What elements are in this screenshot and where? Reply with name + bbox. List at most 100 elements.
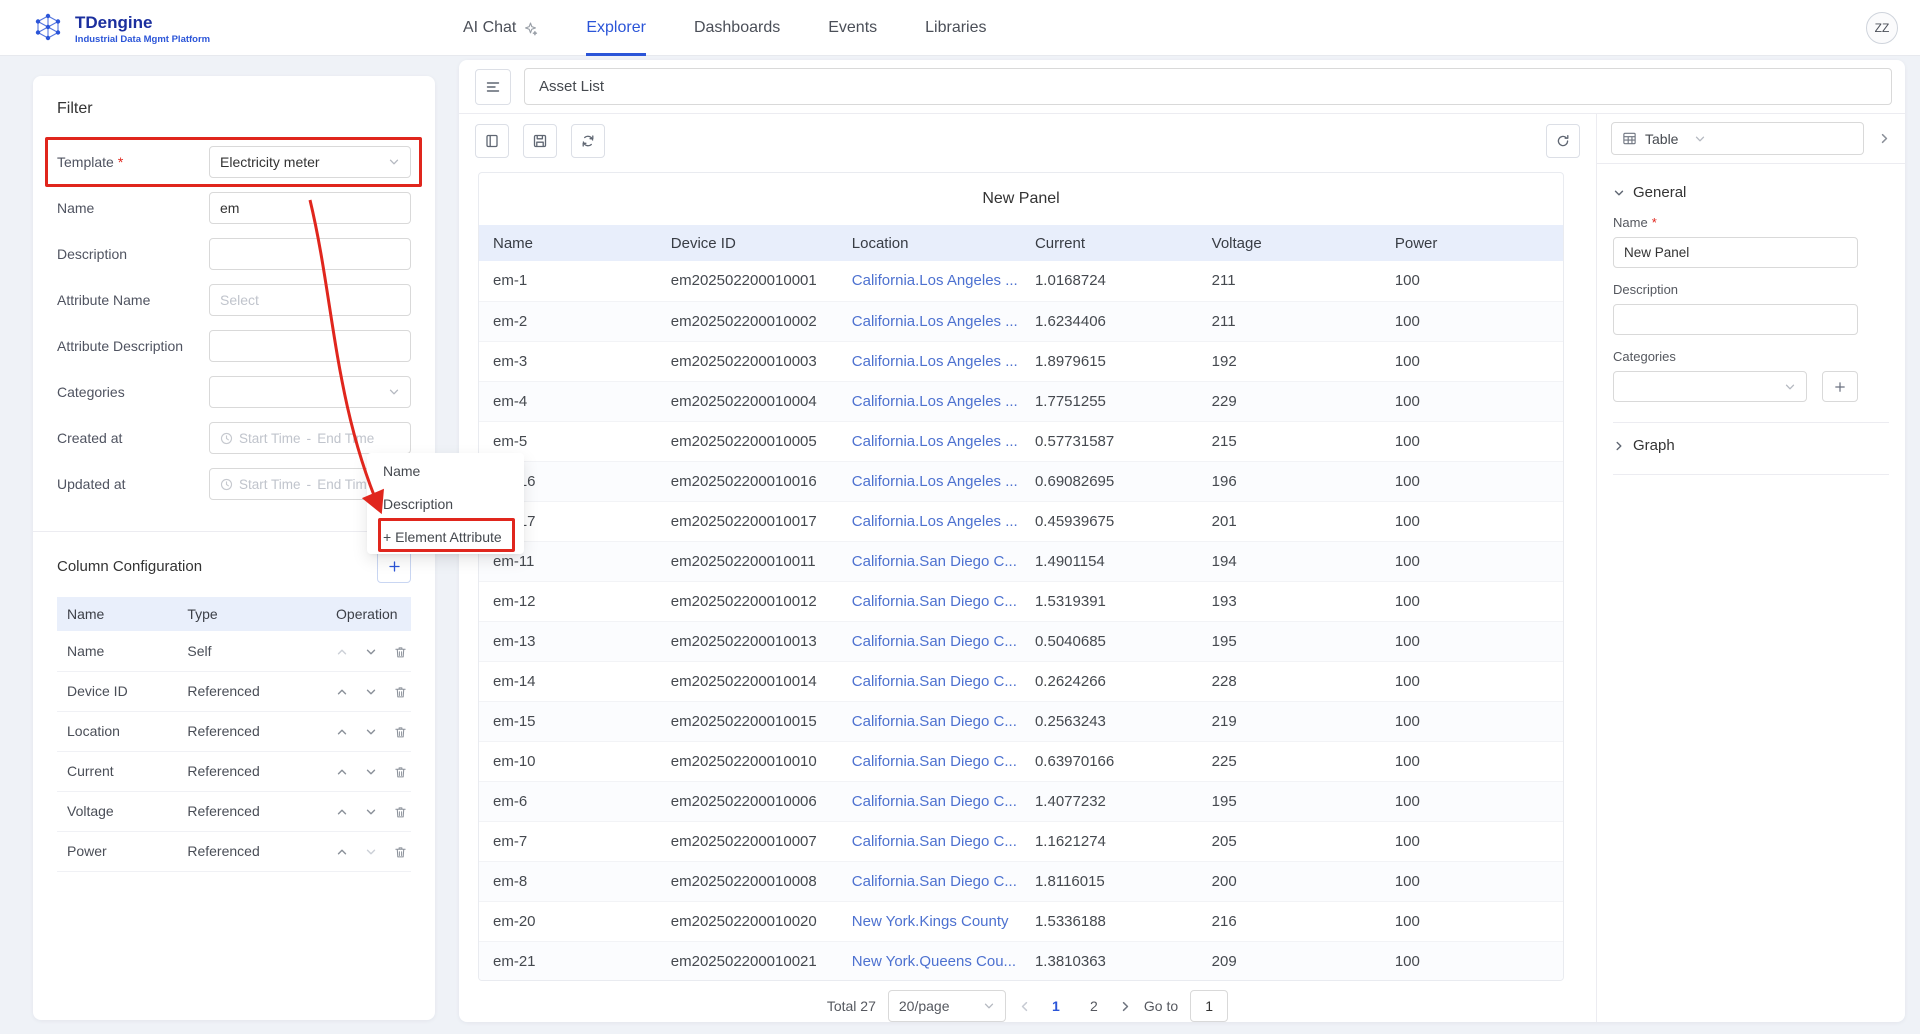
categories-select[interactable] — [209, 376, 411, 408]
cell-location-link[interactable]: California.San Diego C... — [838, 741, 1021, 781]
cell-location-link[interactable]: California.San Diego C... — [838, 861, 1021, 901]
cell-location-link[interactable]: New York.Kings County — [838, 901, 1021, 941]
nav-explorer[interactable]: Explorer — [586, 0, 646, 56]
col-header-location: Location — [838, 225, 1021, 261]
table-row[interactable]: em-7 em202502200010007 California.San Di… — [479, 821, 1563, 861]
section-graph[interactable]: Graph — [1613, 437, 1889, 454]
menu-item-description[interactable]: Description — [367, 487, 524, 520]
main-nav: AI Chat Explorer Dashboards Events Libra… — [463, 0, 987, 56]
table-row[interactable]: em-15 em202502200010015 California.San D… — [479, 701, 1563, 741]
table-row[interactable]: em-4 em202502200010004 California.Los An… — [479, 381, 1563, 421]
table-row[interactable]: em-13 em202502200010013 California.San D… — [479, 621, 1563, 661]
table-row[interactable]: em-16 em202502200010016 California.Los A… — [479, 461, 1563, 501]
nav-dashboards[interactable]: Dashboards — [694, 0, 780, 56]
table-row[interactable]: em-17 em202502200010017 California.Los A… — [479, 501, 1563, 541]
cell-location-link[interactable]: California.San Diego C... — [838, 821, 1021, 861]
cell-location-link[interactable]: California.Los Angeles ... — [838, 501, 1021, 541]
delete-icon[interactable] — [394, 806, 407, 819]
description-label: Description — [57, 246, 209, 262]
attribute-description-input[interactable] — [220, 338, 400, 354]
table-row[interactable]: em-6 em202502200010006 California.San Di… — [479, 781, 1563, 821]
cell-current: 1.5319391 — [1021, 581, 1198, 621]
panel-description-input[interactable] — [1613, 304, 1858, 335]
refresh-icon-button[interactable] — [1546, 124, 1580, 158]
cell-location-link[interactable]: California.San Diego C... — [838, 661, 1021, 701]
fields-icon-button[interactable] — [475, 124, 509, 158]
collapse-panel-icon[interactable] — [1874, 128, 1895, 149]
table-row[interactable]: em-20 em202502200010020 New York.Kings C… — [479, 901, 1563, 941]
cell-location-link[interactable]: California.San Diego C... — [838, 581, 1021, 621]
table-row[interactable]: em-2 em202502200010002 California.Los An… — [479, 301, 1563, 341]
move-up-icon[interactable] — [336, 686, 348, 698]
page-size-select[interactable]: 20/page — [888, 990, 1006, 1022]
table-row[interactable]: em-1 em202502200010001 California.Los An… — [479, 261, 1563, 301]
panel-name-input[interactable] — [1613, 237, 1858, 268]
delete-icon[interactable] — [394, 686, 407, 699]
move-up-icon[interactable] — [336, 806, 348, 818]
cell-location-link[interactable]: California.San Diego C... — [838, 701, 1021, 741]
cell-location-link[interactable]: California.Los Angeles ... — [838, 261, 1021, 301]
table-row[interactable]: em-11 em202502200010011 California.San D… — [479, 541, 1563, 581]
move-down-icon[interactable] — [365, 726, 377, 738]
delete-icon[interactable] — [394, 846, 407, 859]
cell-location-link[interactable]: New York.Queens Cou... — [838, 941, 1021, 981]
section-general[interactable]: General — [1613, 184, 1889, 201]
move-up-icon[interactable] — [336, 846, 348, 858]
brand[interactable]: TDengine Industrial Data Mgmt Platform — [30, 9, 210, 50]
cell-location-link[interactable]: California.Los Angeles ... — [838, 461, 1021, 501]
move-up-icon[interactable] — [336, 646, 348, 658]
cell-current: 1.0168724 — [1021, 261, 1198, 301]
nav-ai-chat[interactable]: AI Chat — [463, 0, 538, 56]
cell-device-id: em202502200010004 — [657, 381, 838, 421]
add-column-button[interactable] — [377, 549, 411, 583]
cell-location-link[interactable]: California.Los Angeles ... — [838, 381, 1021, 421]
cell-location-link[interactable]: California.Los Angeles ... — [838, 421, 1021, 461]
asset-list-tab[interactable]: Asset List — [524, 68, 1892, 105]
description-input[interactable] — [220, 246, 400, 262]
table-row[interactable]: em-12 em202502200010012 California.San D… — [479, 581, 1563, 621]
table-row[interactable]: em-3 em202502200010003 California.Los An… — [479, 341, 1563, 381]
goto-page-input[interactable] — [1190, 990, 1228, 1022]
delete-icon[interactable] — [394, 766, 407, 779]
menu-item-element-attribute[interactable]: + Element Attribute — [367, 520, 524, 553]
move-down-icon[interactable] — [365, 846, 377, 858]
table-row[interactable]: em-5 em202502200010005 California.Los An… — [479, 421, 1563, 461]
page-button-2[interactable]: 2 — [1081, 992, 1107, 1020]
sync-icon-button[interactable] — [571, 124, 605, 158]
panel-categories-select[interactable] — [1613, 371, 1807, 402]
move-up-icon[interactable] — [336, 766, 348, 778]
table-row[interactable]: em-8 em202502200010008 California.San Di… — [479, 861, 1563, 901]
nav-libraries[interactable]: Libraries — [925, 0, 986, 56]
move-up-icon[interactable] — [336, 726, 348, 738]
move-down-icon[interactable] — [365, 646, 377, 658]
attribute-name-select[interactable]: Select — [209, 284, 411, 316]
table-row[interactable]: em-21 em202502200010021 New York.Queens … — [479, 941, 1563, 981]
table-row[interactable]: em-14 em202502200010014 California.San D… — [479, 661, 1563, 701]
name-input[interactable] — [220, 200, 400, 216]
nav-events[interactable]: Events — [828, 0, 877, 56]
menu-item-name[interactable]: Name — [367, 454, 524, 487]
move-down-icon[interactable] — [365, 806, 377, 818]
delete-icon[interactable] — [394, 726, 407, 739]
add-category-button[interactable] — [1822, 371, 1858, 402]
prev-page-icon[interactable] — [1018, 1000, 1031, 1013]
move-down-icon[interactable] — [365, 686, 377, 698]
avatar[interactable]: ZZ — [1866, 12, 1898, 44]
view-type-select[interactable]: Table — [1611, 122, 1864, 155]
panel-list-icon-button[interactable] — [475, 69, 511, 105]
cell-location-link[interactable]: California.San Diego C... — [838, 621, 1021, 661]
created-at-range-picker[interactable]: Start Time - End Time — [209, 422, 411, 454]
move-down-icon[interactable] — [365, 766, 377, 778]
delete-icon[interactable] — [394, 646, 407, 659]
page-button-1[interactable]: 1 — [1043, 992, 1069, 1020]
template-select[interactable]: Electricity meter — [209, 146, 411, 178]
table-row[interactable]: em-10 em202502200010010 California.San D… — [479, 741, 1563, 781]
next-page-icon[interactable] — [1119, 1000, 1132, 1013]
updated-at-label: Updated at — [57, 476, 209, 492]
chevron-down-icon — [1784, 381, 1796, 393]
cell-location-link[interactable]: California.San Diego C... — [838, 541, 1021, 581]
cell-location-link[interactable]: California.Los Angeles ... — [838, 301, 1021, 341]
save-icon-button[interactable] — [523, 124, 557, 158]
cell-location-link[interactable]: California.San Diego C... — [838, 781, 1021, 821]
cell-location-link[interactable]: California.Los Angeles ... — [838, 341, 1021, 381]
